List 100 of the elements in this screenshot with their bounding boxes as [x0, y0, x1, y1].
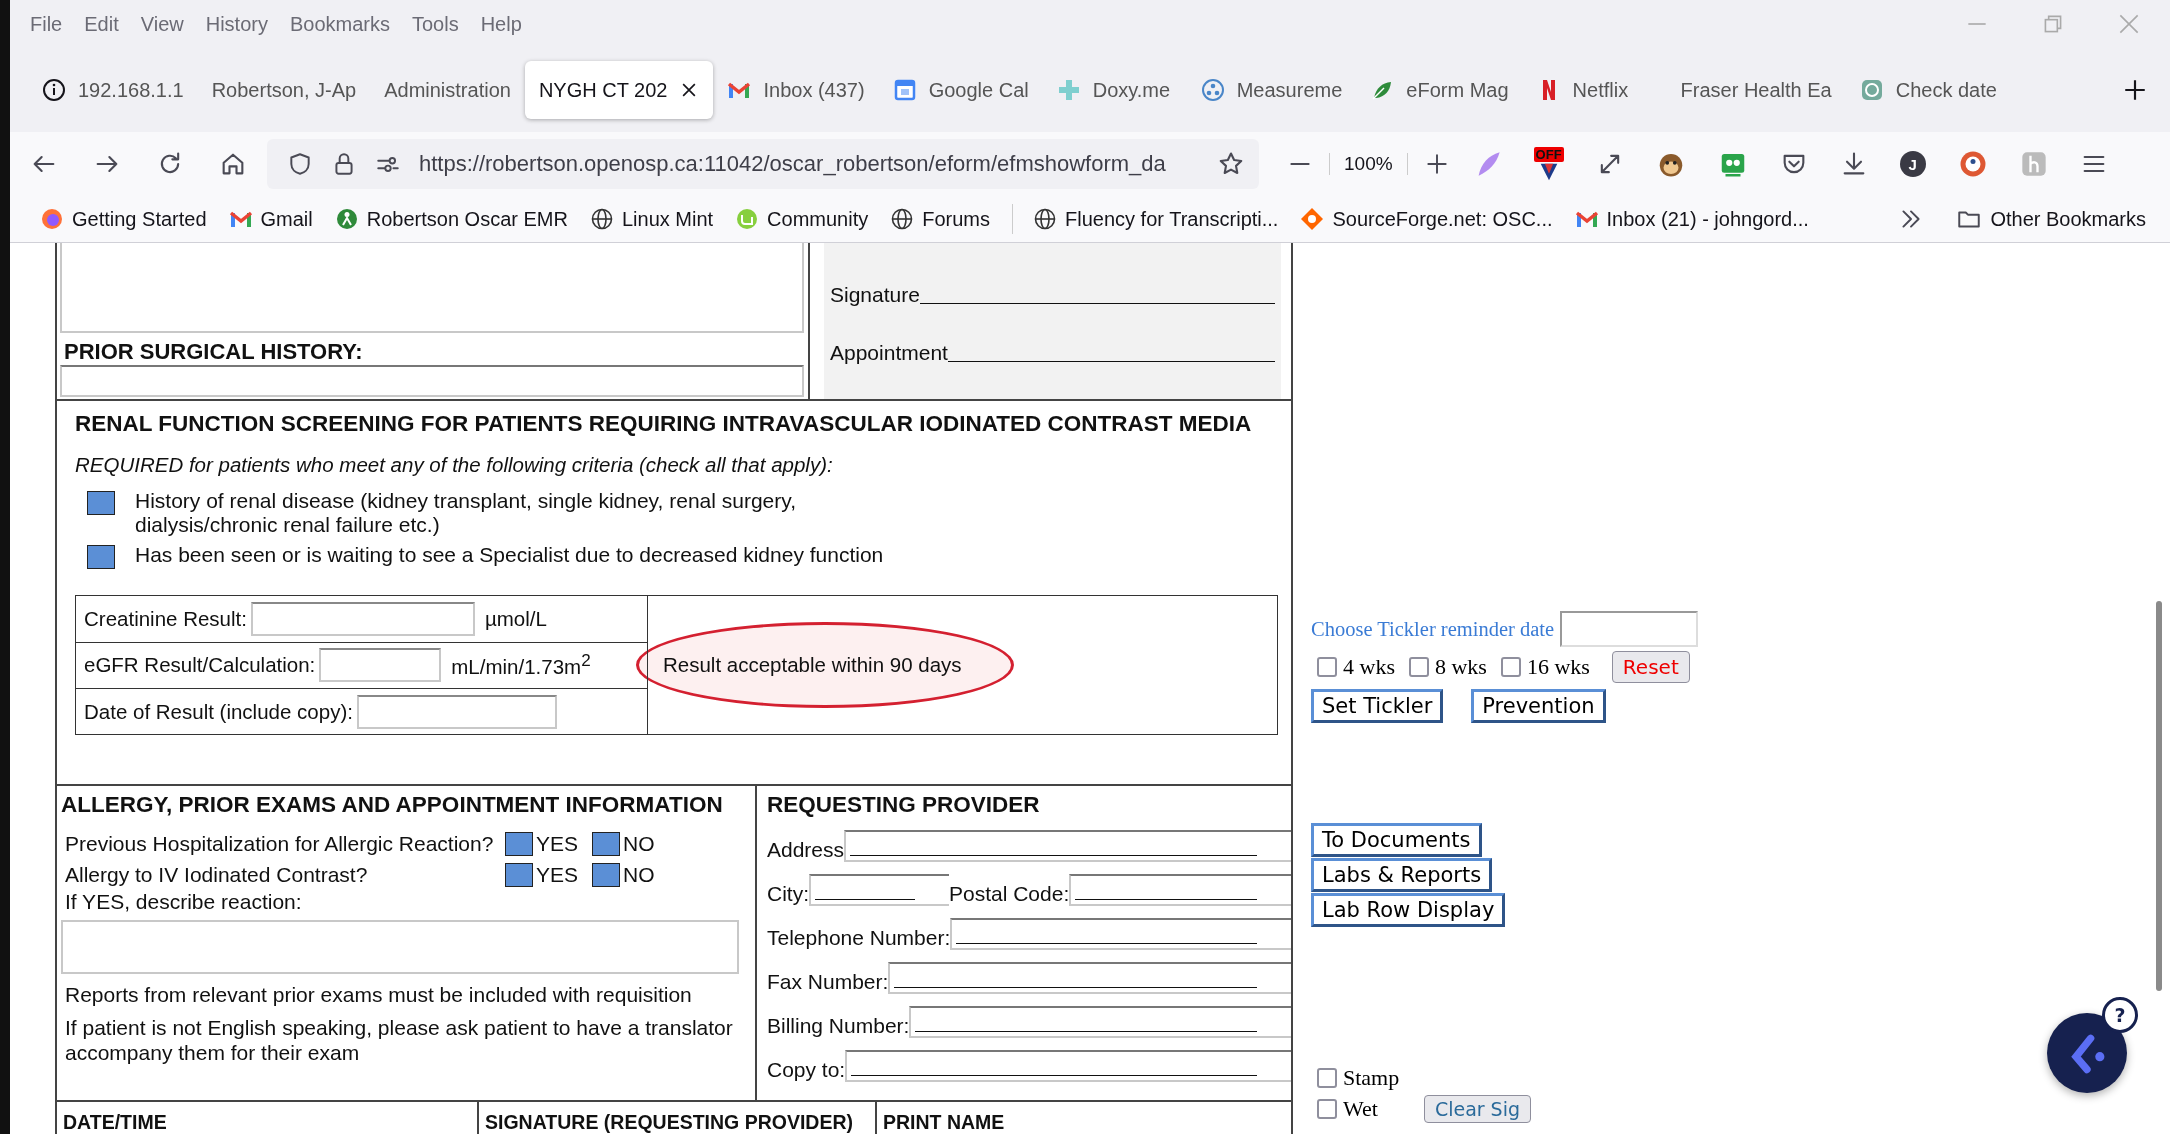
checkbox-label: 16 wks [1526, 654, 1590, 680]
address-bar[interactable]: https://robertson.openosp.ca:11042/oscar_robertson/eform/efmshowform_da [267, 139, 1259, 189]
column-heading: SIGNATURE (REQUESTING PROVIDER) [477, 1102, 875, 1134]
checkbox-label: Wet [1343, 1096, 1378, 1122]
shield-icon[interactable] [287, 151, 313, 177]
browser-tab[interactable]: Fraser Health Ea [1666, 61, 1846, 119]
new-tab-icon[interactable] [2122, 77, 2148, 103]
checkbox[interactable] [1500, 657, 1521, 677]
browser-tab[interactable]: Administration [370, 61, 525, 119]
tab-title: Robertson, J-Ap [211, 78, 357, 102]
badge: OFF [1533, 146, 1564, 162]
menu-item[interactable]: Tools [411, 12, 459, 36]
input-field[interactable] [250, 601, 475, 636]
unit-label: µmol/L [484, 606, 547, 631]
checkbox[interactable] [592, 831, 621, 856]
action-button[interactable]: Set Tickler [1311, 689, 1444, 723]
section-heading: RENAL FUNCTION SCREENING FOR PATIENTS REQUIRING INTRAVASCULAR IODINATED CONTRAST MEDIA [75, 411, 1253, 437]
column-heading: PRINT NAME [875, 1102, 1291, 1134]
checkbox[interactable] [505, 831, 533, 856]
bookmark[interactable]: Linux Mint [589, 207, 714, 231]
action-button[interactable]: Prevention [1471, 689, 1606, 723]
bookmark-label: Getting Started [72, 207, 207, 231]
clear-signature-button[interactable]: Clear Sig [1423, 1095, 1532, 1123]
menu-item[interactable]: Help [480, 12, 522, 36]
input-field[interactable] [909, 1006, 1291, 1038]
profile-avatar[interactable]: J [1899, 151, 1926, 177]
bookmark[interactable]: Community [735, 207, 869, 231]
tab-title: Inbox (437) [763, 78, 865, 102]
checkbox[interactable] [592, 862, 621, 887]
nav-button[interactable]: To Documents [1311, 823, 1482, 857]
field-label: Creatinine Result: [84, 606, 247, 631]
bookmark-label: Linux Mint [621, 207, 714, 231]
note-ellipse: Result acceptable within 90 days [636, 622, 1014, 709]
checkbox[interactable] [1408, 657, 1429, 677]
browser-tab[interactable]: Google Cal [878, 61, 1043, 119]
input-field[interactable] [845, 1050, 1291, 1082]
menu-item[interactable]: Edit [84, 12, 119, 36]
browser-tab[interactable]: Robertson, J-Ap [197, 61, 371, 119]
browser-tab[interactable]: Inbox (437) [713, 61, 879, 119]
browser-tab[interactable]: Check date [1845, 61, 2011, 119]
field-label: City: [767, 882, 809, 906]
browser-tab[interactable]: Doxy.me [1042, 61, 1187, 119]
section-heading: PRIOR SURGICAL HISTORY: [63, 338, 364, 365]
browser-tab[interactable]: 192.168.1.1 [28, 61, 198, 119]
input-field[interactable] [809, 874, 949, 906]
input-field[interactable] [1069, 874, 1291, 906]
checkbox[interactable] [1317, 657, 1337, 677]
info-icon [42, 78, 66, 102]
bookmark[interactable]: Gmail [228, 207, 313, 231]
menu-item[interactable]: View [140, 12, 184, 36]
checkbox[interactable] [1317, 1068, 1337, 1088]
bookmark-label: Community [767, 207, 869, 231]
field-label: Telephone Number: [767, 926, 951, 950]
bookmark[interactable]: Getting Started [40, 207, 207, 231]
field-label: Address [767, 838, 845, 862]
browser-tab[interactable]: Measureme [1186, 61, 1357, 119]
tab-title: Check date [1895, 78, 1997, 102]
help-badge[interactable]: ? [2102, 997, 2138, 1033]
note-text: Reports from relevant prior exams must be included with requisition [64, 982, 693, 1008]
input-field[interactable] [319, 648, 442, 683]
scrollbar-thumb[interactable] [2156, 601, 2162, 991]
input-field[interactable] [888, 962, 1291, 994]
menu-item[interactable]: File [30, 12, 63, 36]
input-field[interactable] [950, 918, 1291, 950]
criterion-label: History of renal disease (kidney transplant, single kidney, renal surgery, dialysis/chronic renal failure etc.) [135, 489, 798, 538]
bookmark-label: Other Bookmarks [1990, 207, 2146, 231]
option-label: NO [623, 831, 655, 856]
field-label: Billing Number: [767, 1014, 910, 1038]
checkbox[interactable] [1317, 1099, 1337, 1119]
browser-tab[interactable]: eForm Mag [1356, 61, 1523, 119]
tab-title: Fraser Health Ea [1680, 78, 1832, 102]
checkbox[interactable] [505, 862, 533, 887]
tab-title: eForm Mag [1406, 78, 1509, 102]
option-label: YES [536, 831, 579, 856]
reset-button[interactable]: Reset [1611, 651, 1690, 683]
calendar-icon [892, 78, 917, 102]
browser-tab[interactable]: NYGH CT 202 [524, 61, 714, 119]
bookmark[interactable]: Other Bookmarks [1956, 206, 2146, 232]
menu-item[interactable]: History [205, 12, 268, 36]
menu-item[interactable]: Bookmarks [289, 12, 390, 36]
input-field[interactable] [60, 365, 804, 397]
date-field[interactable] [1560, 611, 1699, 647]
checkbox[interactable] [87, 545, 115, 570]
field-label: Appointment [830, 341, 948, 365]
tab-title: NYGH CT 202 [538, 78, 668, 102]
nav-button[interactable]: Lab Row Display [1311, 893, 1506, 927]
nav-button[interactable]: Labs & Reports [1311, 858, 1493, 892]
tab-title: Measureme [1236, 78, 1343, 102]
input-field[interactable] [356, 694, 557, 729]
tab-title: Google Cal [928, 78, 1029, 102]
checkbox-label: 8 wks [1434, 654, 1487, 680]
section-heading: ALLERGY, PRIOR EXAMS AND APPOINTMENT INFORMATION [61, 792, 724, 818]
field-label: If YES, describe reaction: [64, 890, 303, 914]
checkbox[interactable] [87, 491, 115, 515]
browser-tab[interactable]: Netflix [1522, 61, 1667, 119]
tickler-label: Choose Tickler reminder date [1311, 617, 1555, 641]
bookmark[interactable]: Forums [890, 207, 991, 231]
firefox-icon [40, 207, 64, 231]
input-field[interactable] [844, 830, 1291, 862]
zoom-level[interactable]: 100% [1329, 153, 1408, 175]
